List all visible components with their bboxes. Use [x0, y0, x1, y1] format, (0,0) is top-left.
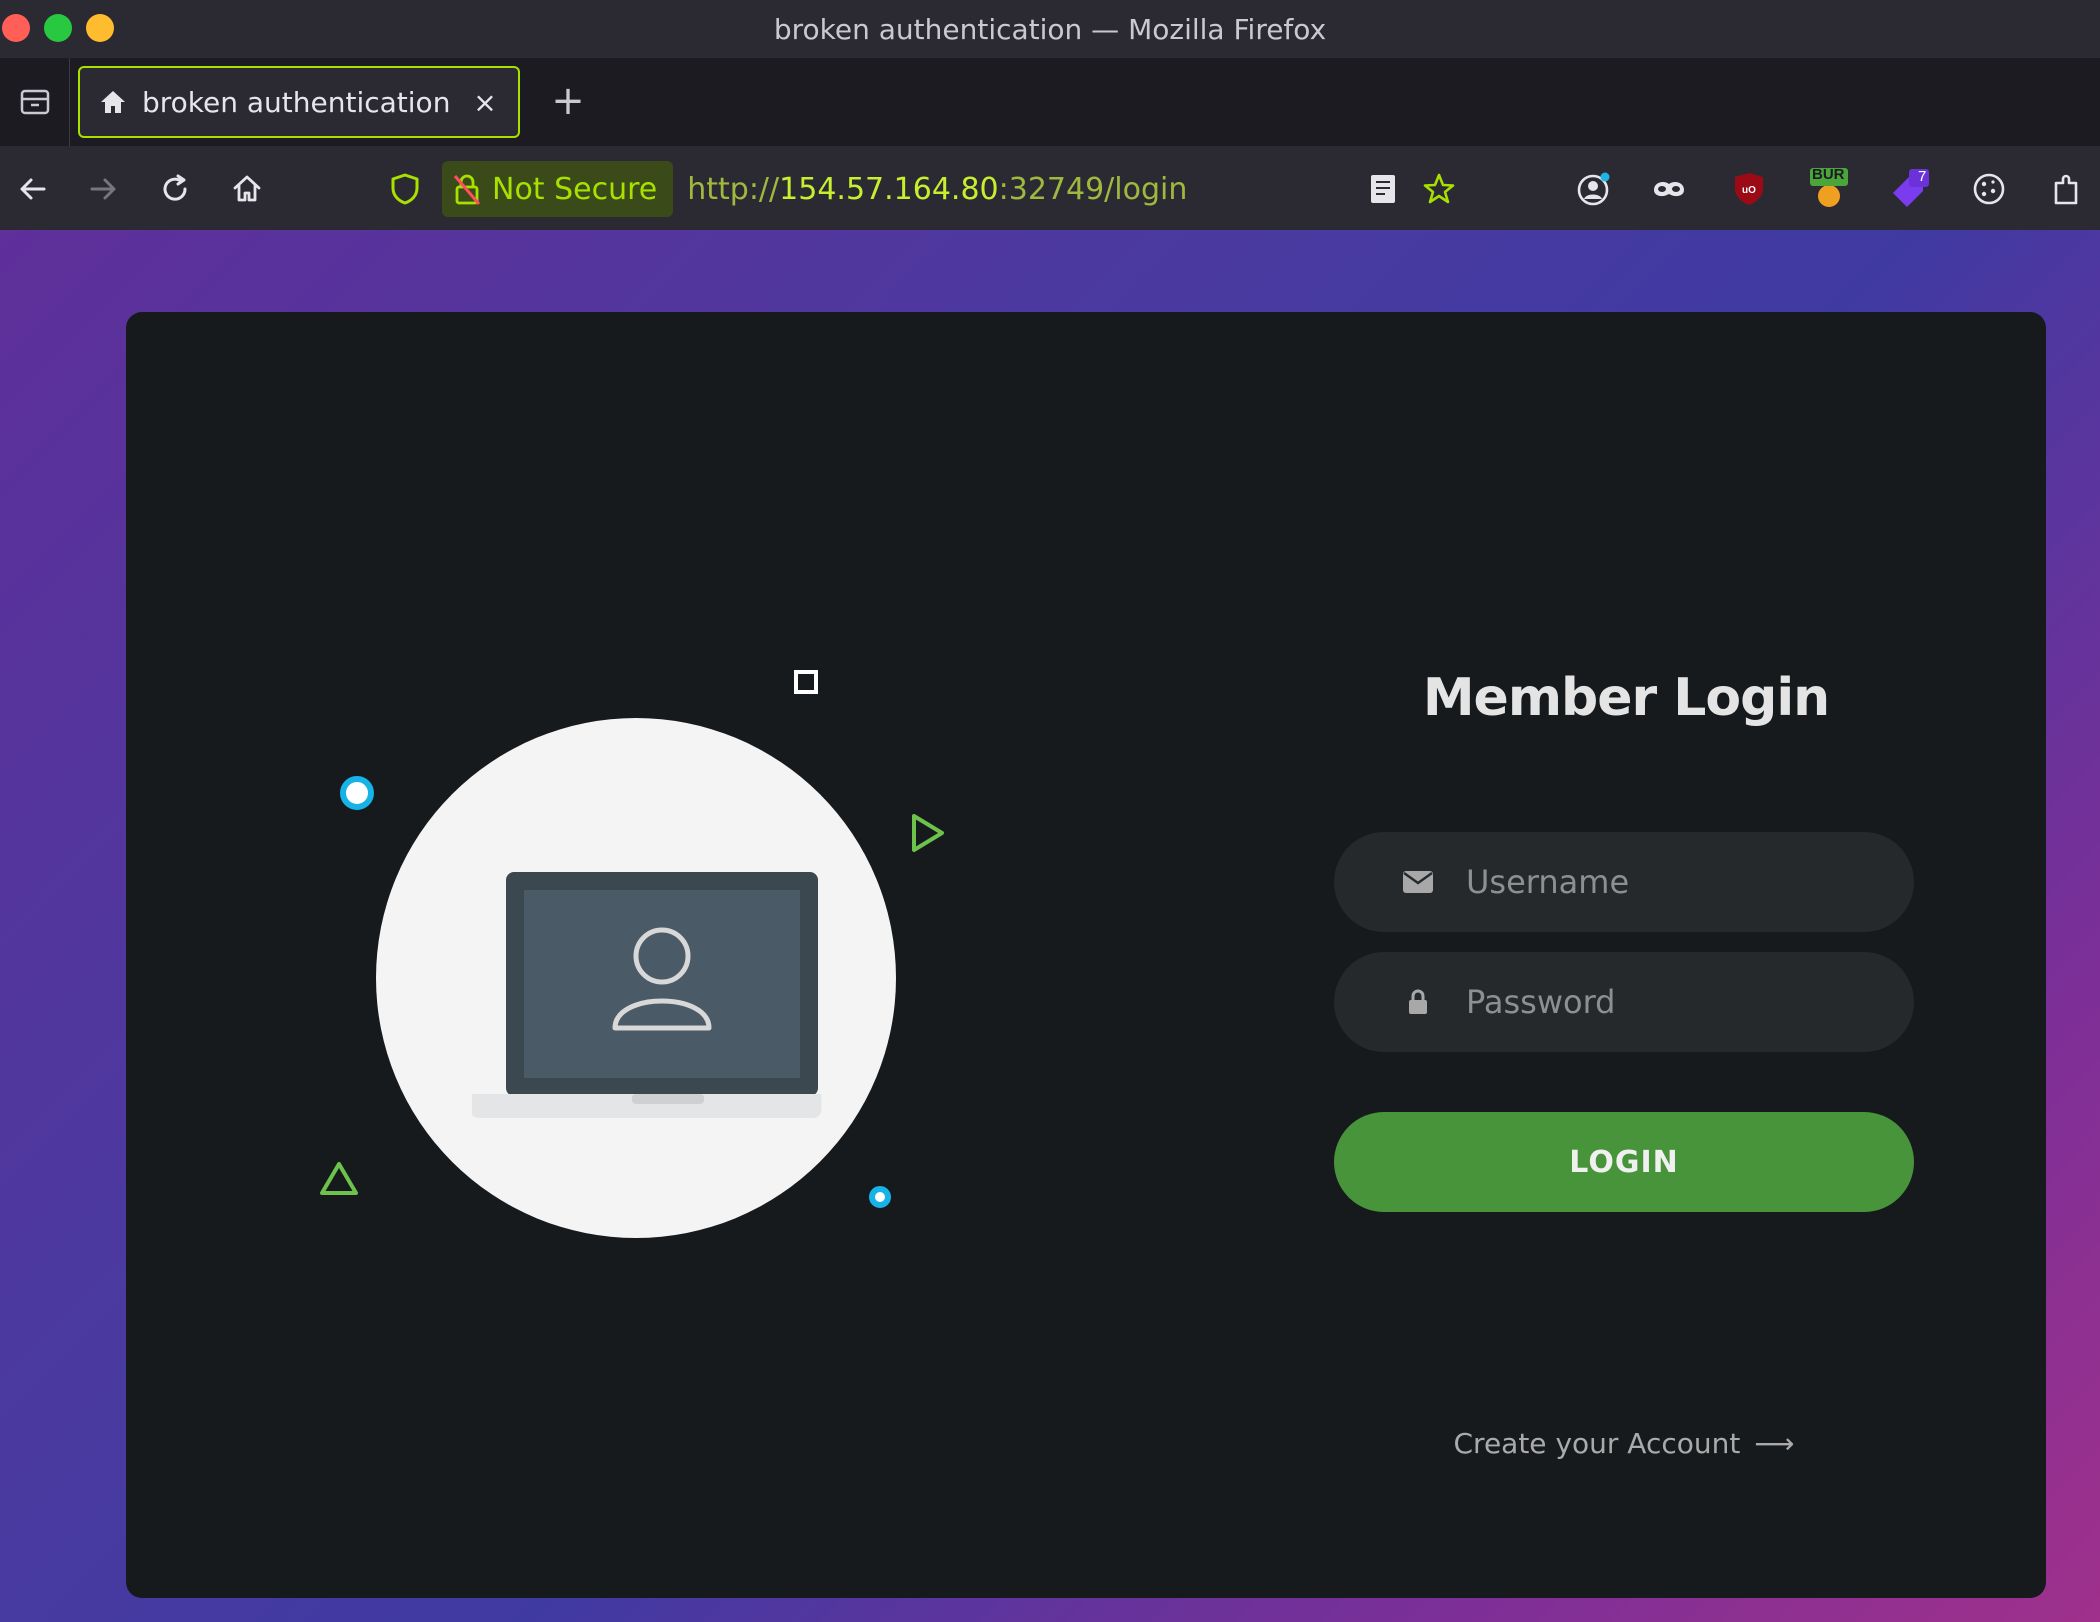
arrow-right-icon: ⟶: [1754, 1427, 1795, 1460]
url-text[interactable]: http://154.57.164.80:32749/login: [687, 172, 1187, 207]
bookmark-star-button[interactable]: [1412, 162, 1466, 216]
login-card: Member Login Username LOGIN Create your …: [126, 312, 2046, 1598]
url-bar[interactable]: Not Secure http://154.57.164.80:32749/lo…: [380, 158, 1480, 220]
login-form: Member Login Username LOGIN Create your …: [1206, 312, 2046, 1598]
extensions-button[interactable]: [2040, 162, 2094, 216]
forward-arrow-icon: [90, 178, 116, 200]
square-decoration: [794, 670, 818, 694]
minimize-window-button[interactable]: [86, 14, 114, 42]
burp-extension-button[interactable]: BUR: [1802, 162, 1856, 216]
laptop-user-icon: [472, 872, 822, 1118]
window-titlebar: broken authentication — Mozilla Firefox: [0, 0, 2100, 58]
dot-decoration-cyan: [869, 1186, 891, 1208]
triangle-right-decoration: [912, 814, 944, 852]
shield-icon: [391, 173, 419, 205]
cookie-extension-button[interactable]: [1962, 162, 2016, 216]
page-background: Member Login Username LOGIN Create your …: [0, 230, 2100, 1622]
puzzle-icon: [2054, 174, 2078, 205]
window-controls: [2, 14, 114, 42]
triangle-up-decoration: [320, 1162, 358, 1195]
forward-button[interactable]: [78, 164, 128, 214]
home-button[interactable]: [222, 164, 272, 214]
create-account-link[interactable]: Create your Account ⟶: [1334, 1427, 1914, 1460]
tag-extension-button[interactable]: 7: [1884, 162, 1938, 216]
url-path: :32749/login: [998, 171, 1188, 207]
login-title: Member Login: [1422, 668, 1830, 728]
reload-button[interactable]: [150, 164, 200, 214]
home-favicon-icon: [101, 91, 125, 113]
login-button[interactable]: LOGIN: [1334, 1112, 1914, 1212]
lock-icon: [1400, 989, 1436, 1015]
reader-view-icon: [1371, 175, 1395, 203]
tab-title: broken authentication: [142, 85, 451, 119]
url-scheme: http://: [687, 171, 780, 207]
burp-badge: BUR: [1812, 166, 1845, 183]
username-field[interactable]: [1334, 832, 1914, 932]
new-tab-button[interactable]: +: [545, 78, 591, 124]
close-window-button[interactable]: [2, 14, 30, 42]
tab-bar: broken authentication × +: [0, 58, 2100, 146]
maximize-window-button[interactable]: [44, 14, 72, 42]
svg-text:uO: uO: [1742, 185, 1756, 196]
star-icon: [1423, 173, 1455, 204]
ring-decoration-cyan: [340, 776, 374, 810]
navigation-toolbar: Not Secure http://154.57.164.80:32749/lo…: [0, 146, 2100, 230]
back-arrow-icon: [20, 178, 46, 200]
create-account-label: Create your Account: [1453, 1427, 1741, 1460]
tab-list-icon: [20, 89, 49, 115]
account-button[interactable]: [1567, 162, 1621, 216]
home-icon: [233, 175, 261, 202]
tab-list-button[interactable]: [0, 58, 70, 146]
window-title: broken authentication — Mozilla Firefox: [773, 12, 1327, 46]
ublock-shield-icon: uO: [1735, 173, 1763, 205]
tag-icon: [1893, 169, 1929, 207]
not-secure-label: Not Secure: [492, 171, 658, 207]
private-mask-extension-button[interactable]: [1642, 162, 1696, 216]
ublock-extension-button[interactable]: uO: [1722, 162, 1776, 216]
not-secure-indicator[interactable]: Not Secure: [442, 161, 674, 217]
cookie-icon: [1973, 173, 2005, 205]
tag-badge-count: 7: [1918, 168, 1927, 185]
login-illustration: [126, 312, 1226, 1598]
account-icon: [1577, 172, 1610, 206]
tab-broken-authentication[interactable]: broken authentication ×: [78, 66, 520, 138]
insecure-lock-icon: [453, 174, 481, 205]
password-input[interactable]: [1466, 983, 1866, 1021]
tab-close-icon[interactable]: ×: [470, 86, 500, 119]
reader-view-button[interactable]: [1356, 162, 1410, 216]
reload-icon: [163, 174, 187, 201]
password-field[interactable]: [1334, 952, 1914, 1052]
envelope-icon: [1400, 869, 1436, 895]
username-input[interactable]: [1466, 863, 1866, 901]
back-button[interactable]: [8, 164, 58, 214]
url-host: 154.57.164.80: [779, 171, 999, 207]
tracking-protection-button[interactable]: [380, 164, 430, 214]
mask-icon: [1654, 182, 1684, 197]
